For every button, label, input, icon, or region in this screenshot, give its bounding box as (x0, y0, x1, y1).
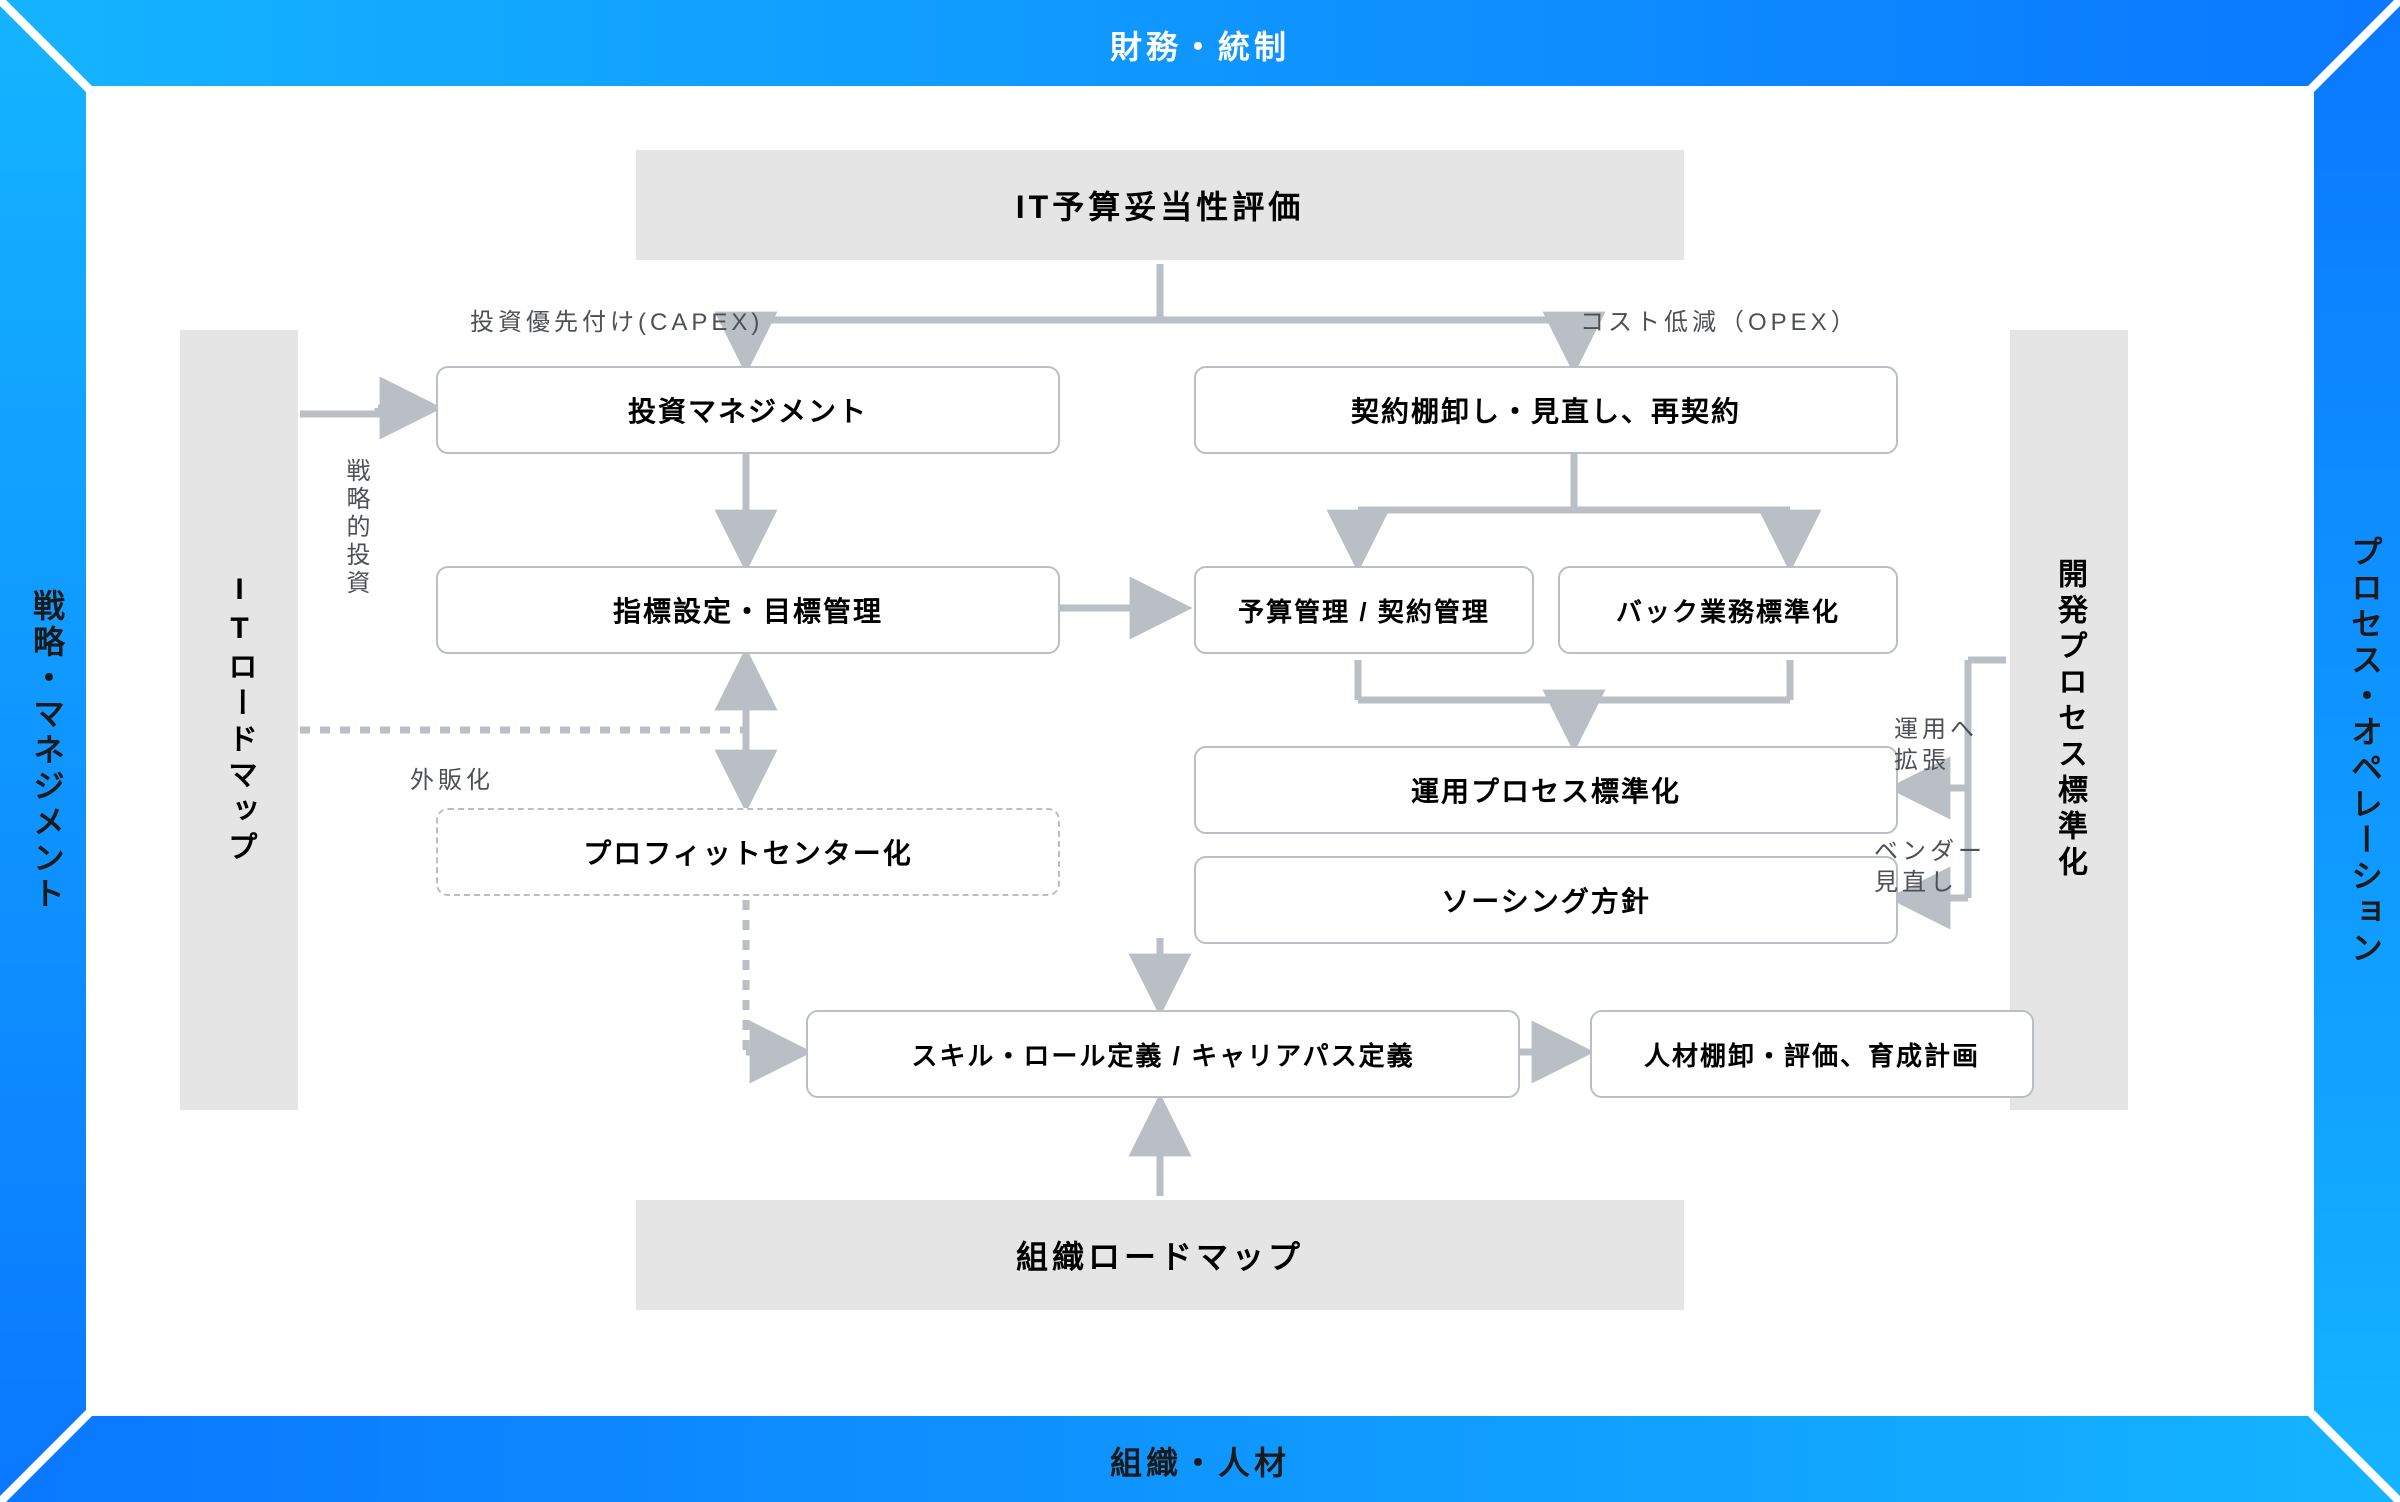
frame-top-label: 財務・統制 (1110, 22, 1290, 68)
frame-left-label: 戦略・マネジメント (24, 589, 70, 913)
box-sourcing-policy: ソーシング方針 (1194, 856, 1898, 944)
gray-bottom-bar-label: 組織ロードマップ (1016, 1232, 1304, 1278)
box-profit-center: プロフィットセンター化 (436, 808, 1060, 896)
gray-left-col: ITロードマップ (180, 330, 298, 1110)
frame-bottom-label: 組織・人材 (1110, 1438, 1290, 1484)
box-contract-review: 契約棚卸し・見直し、再契約 (1194, 366, 1898, 454)
annot-opex: コスト低減（OPEX） (1580, 302, 1859, 337)
gray-right-col-label: 開発プロセス標準化 (2047, 558, 2091, 882)
frame-right-label: プロセス・オペレーション (2342, 535, 2388, 967)
box-kpi-target: 指標設定・目標管理 (436, 566, 1060, 654)
box-ops-process-std: 運用プロセス標準化 (1194, 746, 1898, 834)
box-budget-contract: 予算管理 / 契約管理 (1194, 566, 1534, 654)
diagram: 財務・統制 組織・人材 戦略・マネジメント プロセス・オペレーション IT予算妥… (0, 0, 2400, 1502)
gray-bottom-bar: 組織ロードマップ (636, 1200, 1684, 1310)
annot-externalize: 外販化 (410, 760, 494, 795)
gray-left-col-label: ITロードマップ (217, 573, 261, 867)
gray-top-bar-label: IT予算妥当性評価 (1016, 182, 1304, 228)
gray-top-bar: IT予算妥当性評価 (636, 150, 1684, 260)
annot-capex: 投資優先付け(CAPEX) (470, 302, 763, 337)
annot-vendor-review: ベンダー見直し (1874, 836, 1986, 898)
annot-expand-to-ops: 運用へ拡張 (1894, 714, 1978, 776)
gray-right-col: 開発プロセス標準化 (2010, 330, 2128, 1110)
box-skill-role-career: スキル・ロール定義 / キャリアパス定義 (806, 1010, 1520, 1098)
box-hr-inventory-plan: 人材棚卸・評価、育成計画 (1590, 1010, 2034, 1098)
annot-strategic-investment: 戦略的投資 (338, 458, 373, 598)
box-investment-mgmt: 投資マネジメント (436, 366, 1060, 454)
box-back-office-std: バック業務標準化 (1558, 566, 1898, 654)
